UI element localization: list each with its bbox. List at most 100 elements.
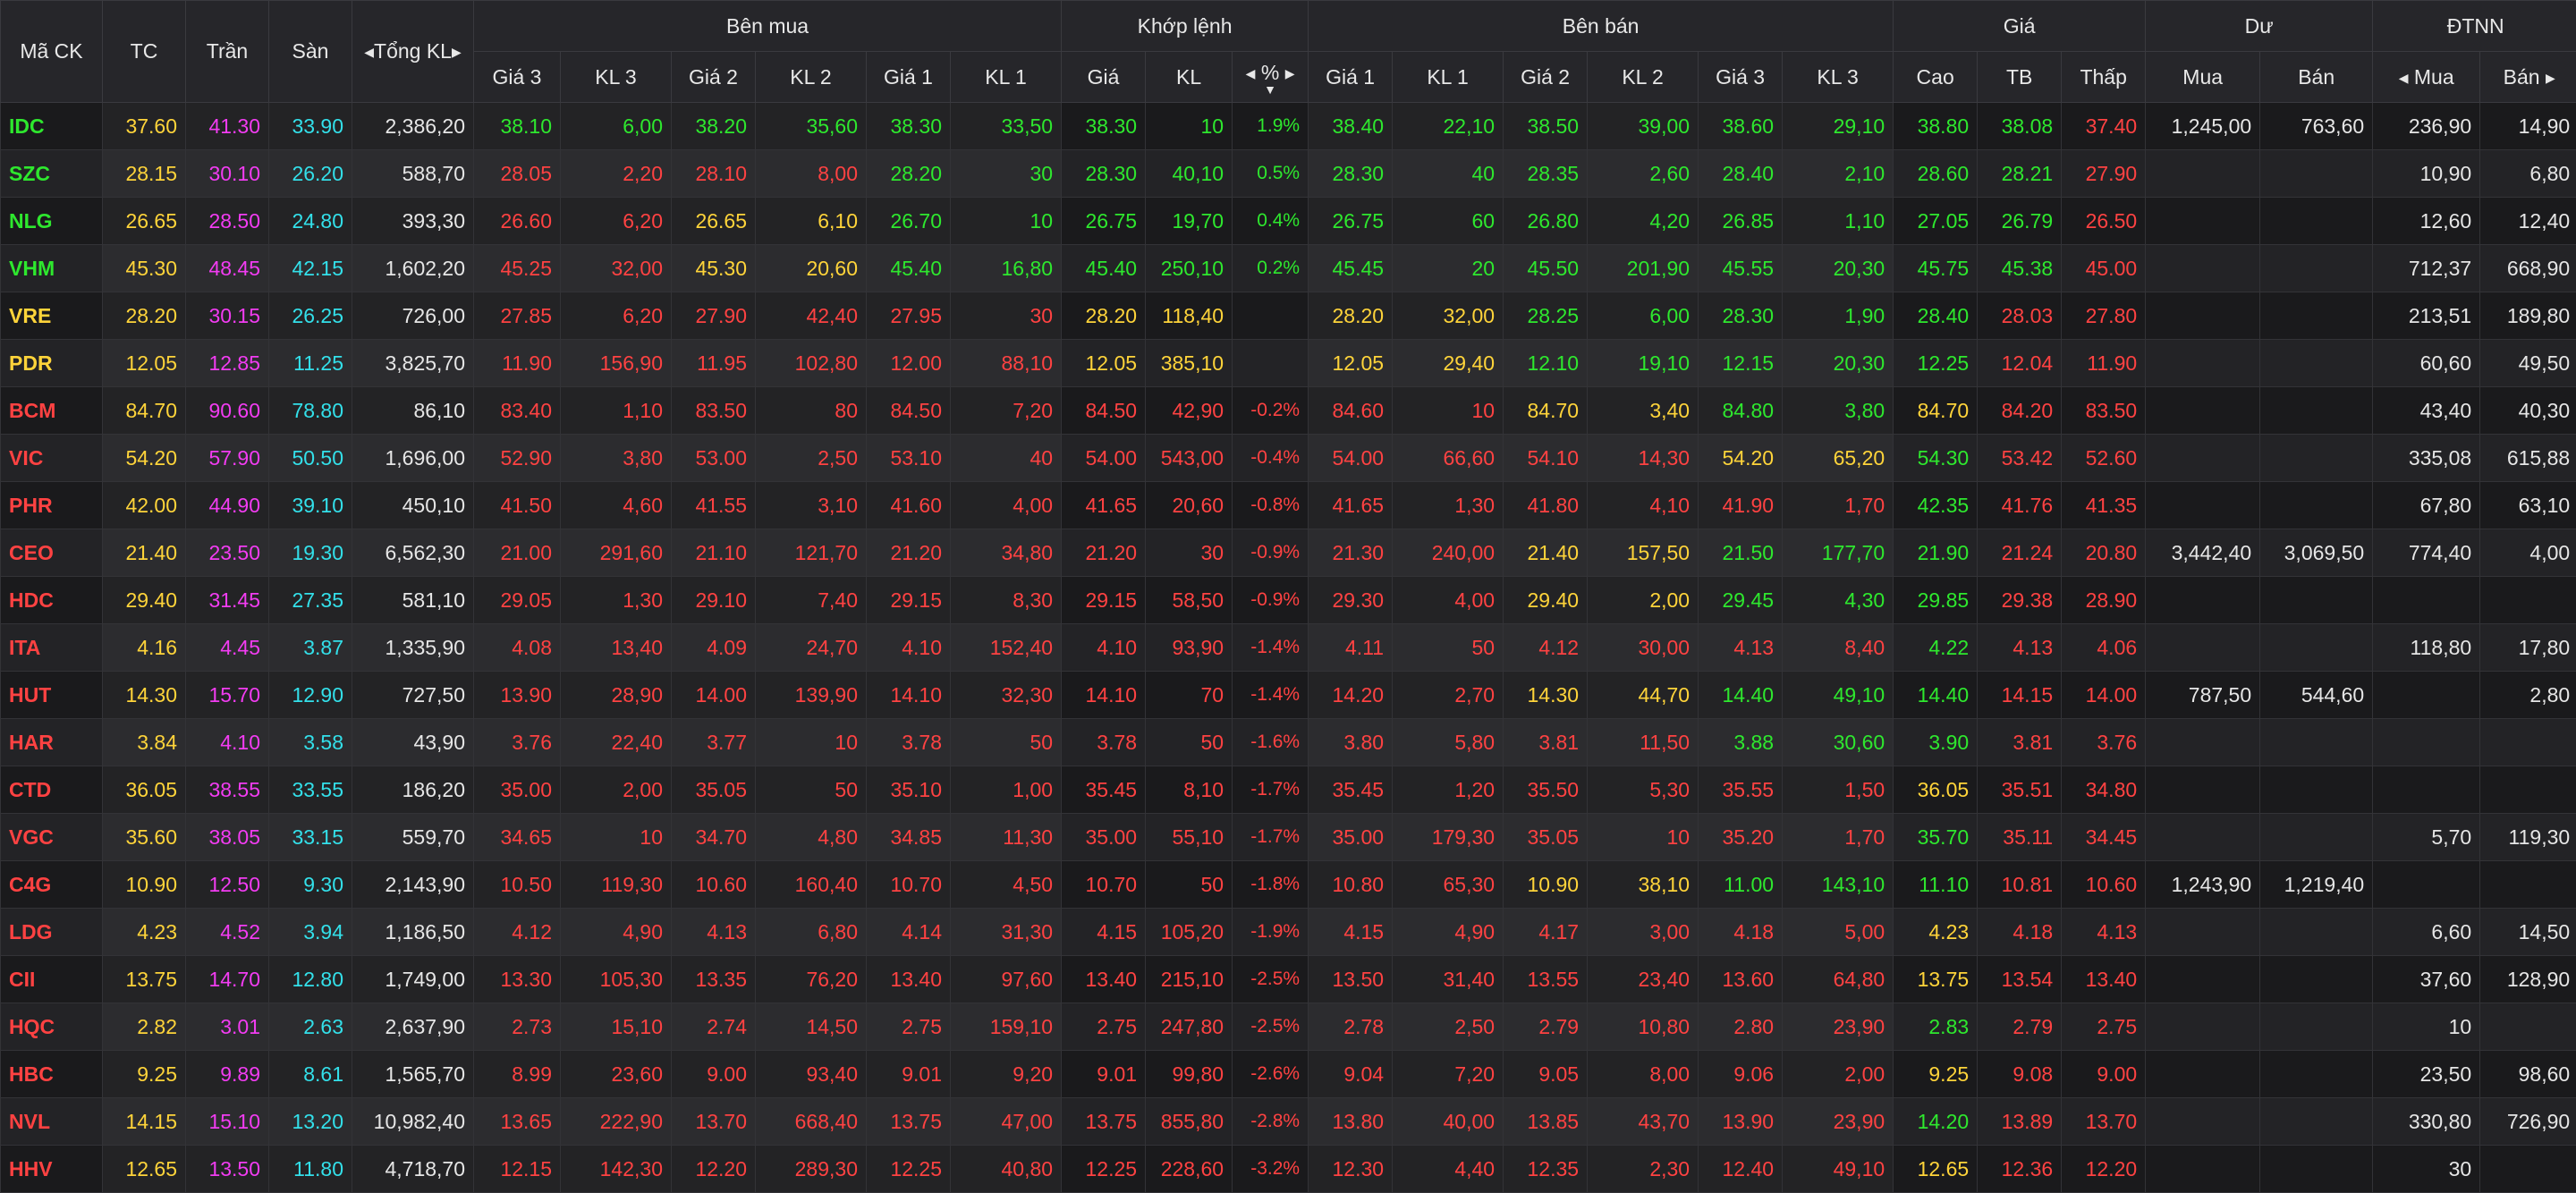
sell-vol-3-cell: 1,50 [1782,766,1894,814]
chevron-left-icon[interactable]: ◀ [364,45,374,60]
col-header-residual-buy[interactable]: Mua [2145,51,2261,103]
col-header-high[interactable]: Cao [1893,51,1979,103]
col-header-ref[interactable]: TC [102,0,186,103]
table-row[interactable]: HUT 14.30 15.70 12.90 727,50 13.90 28,90 14.00 1… [0,671,2576,719]
symbol-cell[interactable]: C4G [0,860,103,909]
col-header-buy-price-3[interactable]: Giá 3 [473,51,561,103]
table-row[interactable]: HAR 3.84 4.10 3.58 43,90 3.76 22,40 3.77 10 3.78 5… [0,718,2576,766]
high-price-cell: 45.75 [1893,244,1979,292]
symbol-cell[interactable]: BCM [0,386,103,435]
symbol-cell[interactable]: VGC [0,813,103,861]
foreign-buy-cell: 335,08 [2372,434,2481,482]
col-header-sell-price-1[interactable]: Giá 1 [1308,51,1394,103]
symbol-cell[interactable]: IDC [0,102,103,150]
table-row[interactable]: IDC 37.60 41.30 33.90 2,386,20 38.10 6,00 38.20… [0,102,2576,150]
sell-price-3-cell: 28.30 [1698,292,1784,340]
chevron-right-icon[interactable]: ▶ [1285,66,1295,81]
col-header-residual-sell[interactable]: Bán [2259,51,2374,103]
col-header-buy-price-1[interactable]: Giá 1 [866,51,951,103]
buy-price-3-cell: 4.08 [473,623,561,672]
table-row[interactable]: CII 13.75 14.70 12.80 1,749,00 13.30 105,30 13.… [0,955,2576,1003]
table-row[interactable]: VGC 35.60 38.05 33.15 559,70 34.65 10 34.70 4,80… [0,813,2576,861]
table-row[interactable]: PDR 12.05 12.85 11.25 3,825,70 11.90 156,90 11.… [0,339,2576,387]
symbol-cell[interactable]: VRE [0,292,103,340]
col-header-sell-price-2[interactable]: Giá 2 [1503,51,1589,103]
table-row[interactable]: VHM 45.30 48.45 42.15 1,602,20 45.25 32,00 45.3… [0,244,2576,292]
table-row[interactable]: VIC 54.20 57.90 50.50 1,696,00 52.90 3,80 53.00… [0,434,2576,482]
match-pct-cell: -2.5% [1232,1003,1309,1051]
symbol-cell[interactable]: SZC [0,149,103,198]
buy-price-1-cell: 14.10 [866,671,951,719]
avg-price-cell: 14.15 [1977,671,2063,719]
table-row[interactable]: BCM 84.70 90.60 78.80 86,10 83.40 1,10 83.50 80 8… [0,386,2576,435]
table-row[interactable]: HBC 9.25 9.89 8.61 1,565,70 8.99 23,60 9.00 93,4… [0,1050,2576,1098]
table-row[interactable]: PHR 42.00 44.90 39.10 450,10 41.50 4,60 41.55 3,… [0,481,2576,529]
symbol-cell[interactable]: HBC [0,1050,103,1098]
table-row[interactable]: NLG 26.65 28.50 24.80 393,30 26.60 6,20 26.65 6,… [0,197,2576,245]
col-header-sell-price-3[interactable]: Giá 3 [1698,51,1784,103]
table-row[interactable]: C4G 10.90 12.50 9.30 2,143,90 10.50 119,30 10.6… [0,860,2576,909]
residual-sell-cell [2259,481,2374,529]
sell-price-2-cell: 41.80 [1503,481,1589,529]
symbol-cell[interactable]: VHM [0,244,103,292]
sell-price-3-cell: 12.40 [1698,1145,1784,1193]
col-header-avg[interactable]: TB [1977,51,2063,103]
col-header-sell-vol-1[interactable]: KL 1 [1392,51,1504,103]
chevron-right-icon[interactable]: ▶ [452,45,462,60]
symbol-cell[interactable]: HQC [0,1003,103,1051]
symbol-cell[interactable]: PDR [0,339,103,387]
chevron-left-icon[interactable]: ◀ [2399,71,2409,86]
symbol-cell[interactable]: PHR [0,481,103,529]
buy-price-1-cell: 29.15 [866,576,951,624]
chevron-left-icon[interactable]: ◀ [1246,66,1256,81]
col-header-sell-vol-2[interactable]: KL 2 [1587,51,1699,103]
table-row[interactable]: HQC 2.82 3.01 2.63 2,637,90 2.73 15,10 2.74 14,5… [0,1003,2576,1051]
col-header-foreign-buy[interactable]: ◀ Mua [2372,51,2481,103]
table-row[interactable]: HHV 12.65 13.50 11.80 4,718,70 12.15 142,30 12.… [0,1145,2576,1193]
col-header-floor[interactable]: Sàn [268,0,352,103]
table-row[interactable]: CEO 21.40 23.50 19.30 6,562,30 21.00 291,60 21.… [0,529,2576,577]
symbol-cell[interactable]: NVL [0,1097,103,1146]
col-header-match-vol[interactable]: KL [1145,51,1233,103]
symbol-cell[interactable]: HHV [0,1145,103,1193]
table-row[interactable]: CTD 36.05 38.55 33.55 186,20 35.00 2,00 35.05 50… [0,766,2576,814]
symbol-cell[interactable]: NLG [0,197,103,245]
residual-sell-cell [2259,576,2374,624]
high-price-cell: 21.90 [1893,529,1979,577]
table-row[interactable]: ITA 4.16 4.45 3.87 1,335,90 4.08 13,40 4.09 24,7… [0,623,2576,672]
col-header-buy-price-2[interactable]: Giá 2 [671,51,756,103]
col-header-buy-vol-2[interactable]: KL 2 [755,51,867,103]
col-header-buy-vol-3[interactable]: KL 3 [560,51,672,103]
symbol-cell[interactable]: CTD [0,766,103,814]
col-header-foreign-sell[interactable]: Bán ▶ [2479,51,2576,103]
match-price-cell: 14.10 [1061,671,1147,719]
col-header-total-vol[interactable]: ◀Tổng KL▶ [352,0,474,103]
col-header-sell-vol-3[interactable]: KL 3 [1782,51,1894,103]
col-header-match-price[interactable]: Giá [1061,51,1147,103]
col-header-low[interactable]: Thấp [2061,51,2147,103]
total-vol-cell: 186,20 [352,766,474,814]
chevron-right-icon[interactable]: ▶ [2546,71,2555,86]
symbol-cell[interactable]: HUT [0,671,103,719]
sort-down-icon[interactable]: ▼ [1233,83,1308,96]
symbol-cell[interactable]: CII [0,955,103,1003]
sell-price-3-cell: 13.60 [1698,955,1784,1003]
col-header-match-pct[interactable]: ◀ % ▶ ▼ [1232,51,1309,103]
table-row[interactable]: NVL 14.15 15.10 13.20 10,982,40 13.65 222,90 13… [0,1097,2576,1146]
sell-vol-1-cell: 1,30 [1392,481,1504,529]
match-price-cell: 12.05 [1061,339,1147,387]
match-vol-cell: 543,00 [1145,434,1233,482]
table-row[interactable]: LDG 4.23 4.52 3.94 1,186,50 4.12 4,90 4.13 6,80 4… [0,908,2576,956]
table-row[interactable]: HDC 29.40 31.45 27.35 581,10 29.05 1,30 29.10 7,… [0,576,2576,624]
col-header-buy-vol-1[interactable]: KL 1 [949,51,1063,103]
col-header-ceil[interactable]: Trần [185,0,269,103]
symbol-cell[interactable]: HDC [0,576,103,624]
symbol-cell[interactable]: VIC [0,434,103,482]
table-row[interactable]: SZC 28.15 30.10 26.20 588,70 28.05 2,20 28.10 8,… [0,149,2576,198]
table-row[interactable]: VRE 28.20 30.15 26.25 726,00 27.85 6,20 27.90 42… [0,292,2576,340]
symbol-cell[interactable]: LDG [0,908,103,956]
col-header-symbol[interactable]: Mã CK [0,0,103,103]
symbol-cell[interactable]: ITA [0,623,103,672]
symbol-cell[interactable]: HAR [0,718,103,766]
symbol-cell[interactable]: CEO [0,529,103,577]
